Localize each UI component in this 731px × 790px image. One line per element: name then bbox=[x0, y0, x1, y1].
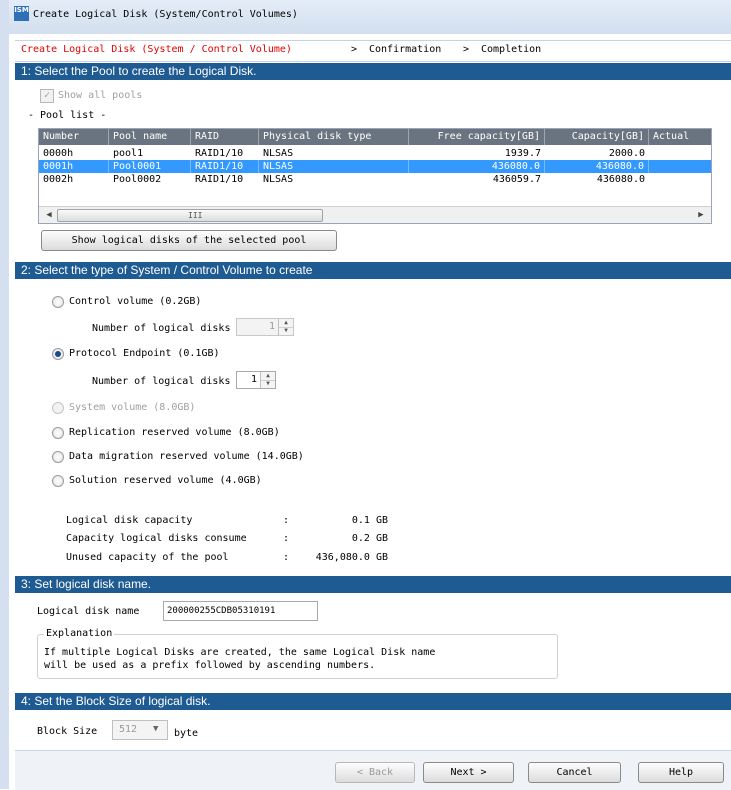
table-row[interactable]: 0002h Pool0002 RAID1/10 NLSAS 436059.7 4… bbox=[39, 173, 711, 186]
back-button: < Back bbox=[335, 762, 415, 783]
system-volume-radio bbox=[52, 402, 64, 414]
help-button[interactable]: Help bbox=[638, 762, 724, 783]
cell-pool-name: Pool0002 bbox=[113, 174, 162, 185]
cell-disk-type: NLSAS bbox=[263, 148, 294, 159]
block-size-label: Block Size bbox=[37, 726, 98, 737]
cell-number: 0002h bbox=[43, 174, 74, 185]
logical-disk-name-label: Logical disk name bbox=[37, 606, 140, 617]
spinner-arrows: ▲ ▼ bbox=[260, 372, 275, 388]
cell-pool-name: pool1 bbox=[113, 148, 144, 159]
cell-number: 0000h bbox=[43, 148, 74, 159]
section1-header: 1: Select the Pool to create the Logical… bbox=[15, 63, 731, 80]
replication-volume-label: Replication reserved volume (8.0GB) bbox=[69, 427, 280, 438]
cell-raid: RAID1/10 bbox=[191, 160, 259, 173]
control-num-disks-label: Number of logical disks bbox=[92, 323, 231, 334]
data-migration-volume-radio[interactable] bbox=[52, 451, 64, 463]
scrollbar-grip: III bbox=[188, 211, 203, 220]
protocol-endpoint-label: Protocol Endpoint (0.1GB) bbox=[69, 348, 220, 359]
cell-pool-name: Pool0001 bbox=[109, 160, 191, 173]
spinner-down-icon[interactable]: ▼ bbox=[279, 327, 293, 335]
ism-app-icon: ISM bbox=[14, 6, 29, 21]
column-header-pool-name[interactable]: Pool name bbox=[109, 129, 191, 145]
pe-num-disks-spinner[interactable]: 1 ▲ ▼ bbox=[236, 371, 276, 389]
pool-table-header: Number Pool name RAID Physical disk type… bbox=[39, 129, 711, 145]
show-all-pools-label: Show all pools bbox=[58, 90, 143, 101]
block-size-value: 512 bbox=[119, 724, 138, 735]
next-button[interactable]: Next > bbox=[423, 762, 514, 783]
block-size-unit: byte bbox=[174, 728, 199, 739]
logical-disk-name-input[interactable] bbox=[163, 601, 318, 621]
breadcrumb-step-create: Create Logical Disk (System / Control Vo… bbox=[21, 44, 292, 55]
cell-raid: RAID1/10 bbox=[195, 148, 244, 159]
cell-free-capacity: 436059.7 bbox=[492, 174, 541, 185]
control-num-disks-spinner[interactable]: 1 ▲ ▼ bbox=[236, 318, 294, 336]
summary-value: 0.1 GB bbox=[351, 515, 388, 526]
breadcrumb: Create Logical Disk (System / Control Vo… bbox=[15, 40, 731, 62]
show-all-pools-checkbox[interactable]: ✓ bbox=[40, 89, 54, 103]
window-left-border bbox=[0, 0, 9, 789]
spinner-value: 1 bbox=[250, 374, 257, 385]
summary-value: 0.2 GB bbox=[351, 533, 388, 544]
scrollbar-thumb[interactable]: III bbox=[57, 209, 323, 222]
summary-label: Unused capacity of the pool bbox=[66, 552, 229, 563]
system-volume-label: System volume (8.0GB) bbox=[69, 402, 196, 413]
solution-volume-radio[interactable] bbox=[52, 475, 64, 487]
show-logical-disks-button[interactable]: Show logical disks of the selected pool bbox=[41, 230, 337, 251]
cell-raid: RAID1/10 bbox=[195, 174, 244, 185]
solution-volume-label: Solution reserved volume (4.0GB) bbox=[69, 475, 262, 486]
breadcrumb-step-completion: Completion bbox=[481, 44, 542, 55]
column-header-capacity[interactable]: Capacity[GB] bbox=[545, 129, 649, 145]
column-header-disk-type[interactable]: Physical disk type bbox=[259, 129, 409, 145]
explanation-text: will be used as a prefix followed by asc… bbox=[44, 660, 376, 671]
cell-free-capacity: 436080.0 bbox=[409, 160, 545, 173]
replication-volume-radio[interactable] bbox=[52, 427, 64, 439]
summary-value: 436,080.0 GB bbox=[315, 552, 388, 563]
cell-capacity: 436080.0 bbox=[596, 174, 645, 185]
spinner-down-icon[interactable]: ▼ bbox=[261, 380, 275, 388]
cell-disk-type: NLSAS bbox=[259, 160, 409, 173]
cell-capacity: 436080.0 bbox=[545, 160, 649, 173]
window-title: Create Logical Disk (System/Control Volu… bbox=[33, 9, 298, 20]
explanation-title: Explanation bbox=[44, 628, 115, 639]
data-migration-volume-label: Data migration reserved volume (14.0GB) bbox=[69, 451, 304, 462]
control-volume-radio[interactable] bbox=[52, 296, 64, 308]
table-row[interactable]: 0000h pool1 RAID1/10 NLSAS 1939.7 2000.0 bbox=[39, 147, 711, 160]
column-header-free-capacity[interactable]: Free capacity[GB] bbox=[409, 129, 545, 145]
explanation-text: If multiple Logical Disks are created, t… bbox=[44, 647, 436, 658]
column-header-raid[interactable]: RAID bbox=[191, 129, 259, 145]
scroll-right-arrow-icon[interactable]: ▶ bbox=[695, 209, 707, 221]
section4-header: 4: Set the Block Size of logical disk. bbox=[15, 693, 731, 710]
cell-free-capacity: 1939.7 bbox=[504, 148, 541, 159]
spinner-arrows: ▲ ▼ bbox=[278, 319, 293, 335]
summary-label: Logical disk capacity bbox=[66, 515, 193, 526]
breadcrumb-separator: > bbox=[463, 44, 470, 55]
pool-table[interactable]: Number Pool name RAID Physical disk type… bbox=[38, 128, 712, 224]
cell-number: 0001h bbox=[39, 160, 109, 173]
pool-list-label: - Pool list - bbox=[28, 110, 107, 121]
cell-capacity: 2000.0 bbox=[608, 148, 645, 159]
control-volume-label: Control volume (0.2GB) bbox=[69, 296, 202, 307]
breadcrumb-separator: > bbox=[351, 44, 358, 55]
cancel-button[interactable]: Cancel bbox=[528, 762, 621, 783]
block-size-select: 512 ▼ bbox=[112, 720, 168, 740]
spinner-value: 1 bbox=[268, 321, 275, 332]
pe-num-disks-label: Number of logical disks bbox=[92, 376, 231, 387]
column-header-actual[interactable]: Actual bbox=[649, 129, 711, 145]
horizontal-scrollbar[interactable]: ◀ III ▶ bbox=[39, 206, 711, 223]
column-header-number[interactable]: Number bbox=[39, 129, 109, 145]
chevron-down-icon: ▼ bbox=[153, 724, 159, 734]
summary-label: Capacity logical disks consume bbox=[66, 533, 247, 544]
checkmark-icon: ✓ bbox=[43, 90, 51, 101]
summary-separator: : bbox=[283, 533, 290, 544]
summary-separator: : bbox=[283, 552, 290, 563]
table-row-selected[interactable]: 0001h Pool0001 RAID1/10 NLSAS 436080.0 4… bbox=[39, 160, 711, 173]
breadcrumb-step-confirmation: Confirmation bbox=[369, 44, 442, 55]
summary-separator: : bbox=[283, 515, 290, 526]
cell-disk-type: NLSAS bbox=[263, 174, 294, 185]
section3-header: 3: Set logical disk name. bbox=[15, 576, 731, 593]
scroll-left-arrow-icon[interactable]: ◀ bbox=[43, 209, 55, 221]
protocol-endpoint-radio[interactable] bbox=[52, 348, 64, 360]
section2-header: 2: Select the type of System / Control V… bbox=[15, 262, 731, 279]
